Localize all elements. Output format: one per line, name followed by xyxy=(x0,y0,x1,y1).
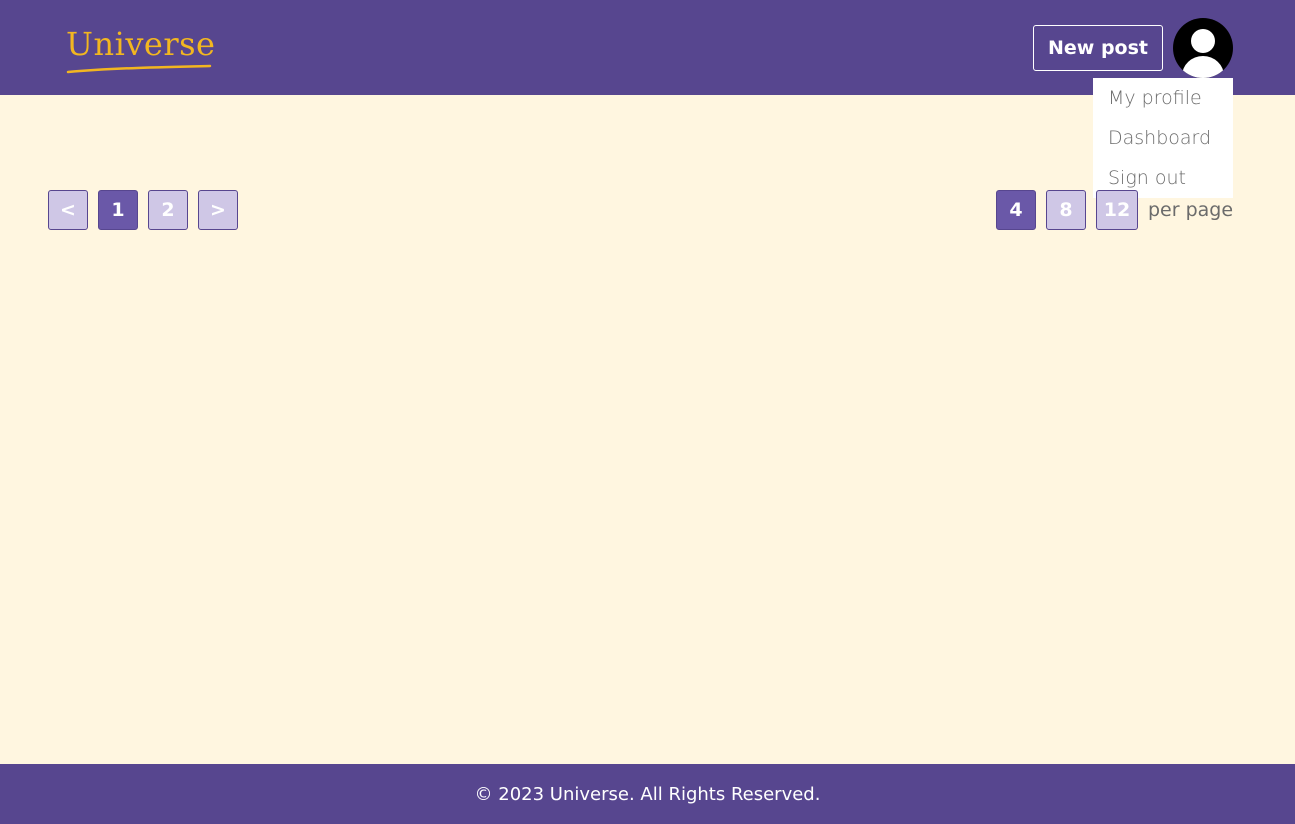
logo-text: Universe xyxy=(66,25,216,63)
user-dropdown-menu: My profile Dashboard Sign out xyxy=(1093,78,1233,198)
next-page-button[interactable]: > xyxy=(198,190,238,230)
site-footer: © 2023 Universe. All Rights Reserved. xyxy=(0,764,1295,824)
universe-logo[interactable]: Universe xyxy=(64,20,216,76)
logo-swoosh xyxy=(66,64,212,74)
page-button-2[interactable]: 2 xyxy=(148,190,188,230)
per-page-label: per page xyxy=(1148,199,1234,221)
copyright-text: © 2023 Universe. All Rights Reserved. xyxy=(474,783,821,805)
per-page-option-12[interactable]: 12 xyxy=(1096,190,1138,230)
per-page-option-4[interactable]: 4 xyxy=(996,190,1036,230)
new-post-button[interactable]: New post xyxy=(1033,25,1163,71)
avatar-silhouette xyxy=(1182,29,1224,78)
menu-item-my-profile[interactable]: My profile xyxy=(1093,78,1233,118)
prev-page-button[interactable]: < xyxy=(48,190,88,230)
menu-item-dashboard[interactable]: Dashboard xyxy=(1093,118,1233,158)
page-button-1[interactable]: 1 xyxy=(98,190,138,230)
per-page-option-8[interactable]: 8 xyxy=(1046,190,1086,230)
user-avatar-icon[interactable] xyxy=(1173,18,1233,78)
